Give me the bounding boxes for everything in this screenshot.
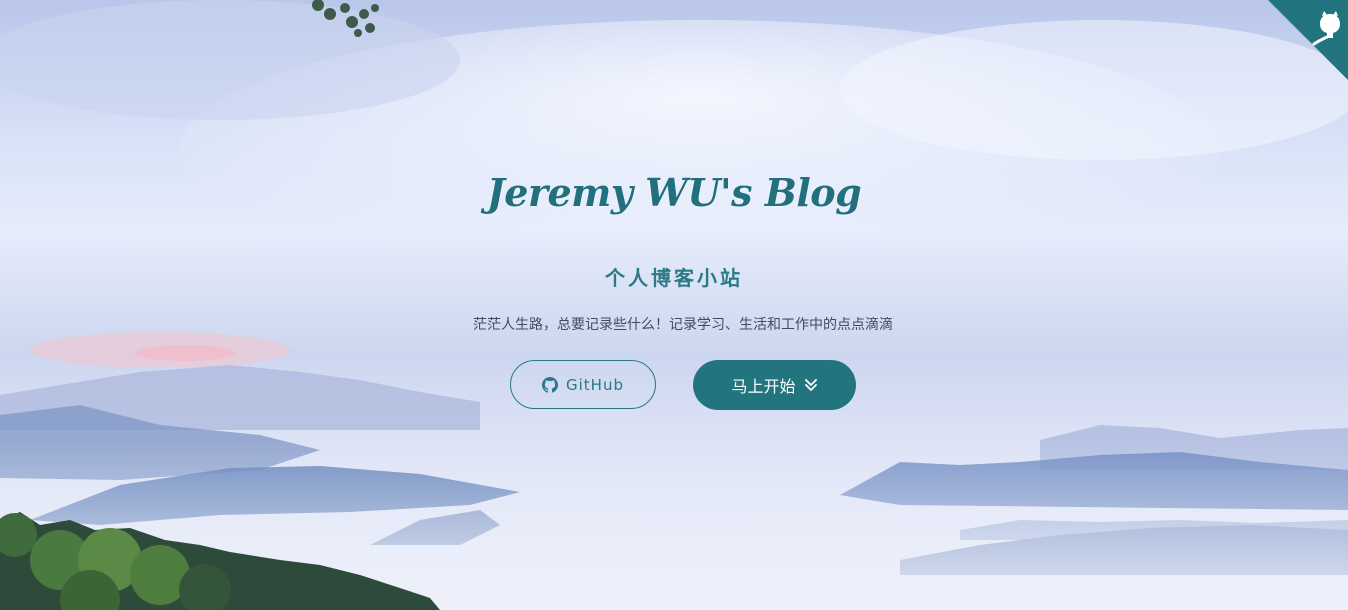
site-subtitle: 个人博客小站: [605, 266, 743, 290]
site-title: Jeremy WU's Blog: [486, 170, 862, 215]
github-button-label: GitHub: [566, 375, 624, 394]
github-icon: [542, 376, 558, 393]
start-button-label: 马上开始: [731, 377, 796, 396]
double-chevron-down-icon: [804, 378, 818, 392]
start-button[interactable]: 马上开始: [693, 360, 856, 410]
background-landscape-image: [0, 0, 1348, 610]
hero-section: Jeremy WU's Blog 个人博客小站 茫茫人生路，总要记录些什么！记录…: [0, 0, 1348, 610]
github-button[interactable]: GitHub: [510, 360, 656, 409]
site-tagline: 茫茫人生路，总要记录些什么！记录学习、生活和工作中的点点滴滴: [473, 317, 893, 333]
github-corner-link[interactable]: [1268, 0, 1348, 80]
